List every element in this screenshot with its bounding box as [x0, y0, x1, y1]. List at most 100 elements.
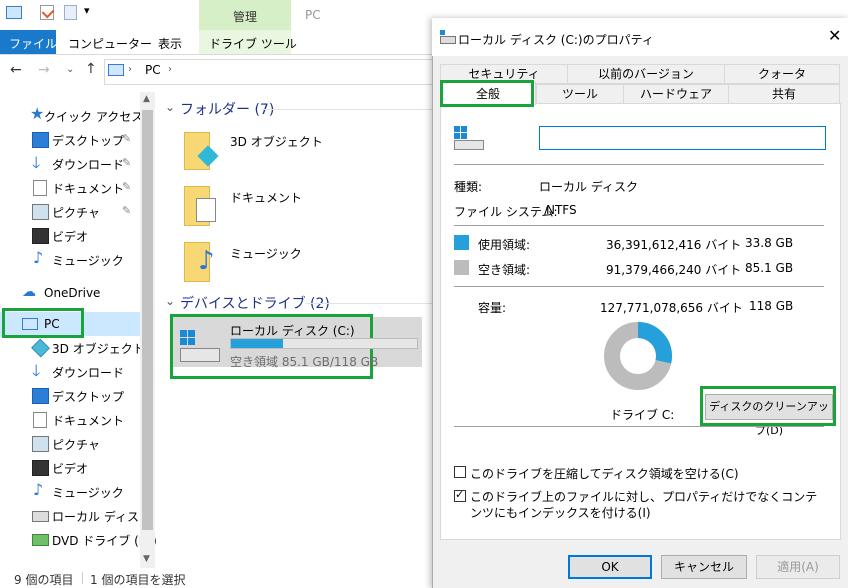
recent-chevron-icon[interactable]: ⌄ [66, 64, 74, 75]
nav-item-videos-pc[interactable]: ビデオ [0, 456, 140, 480]
folder-item-3d[interactable]: 3D オブジェクト [230, 133, 323, 150]
tab-quota[interactable]: クォータ [724, 64, 840, 84]
used-color-swatch [454, 235, 469, 250]
divider [306, 303, 432, 304]
tab-drive-tools-label: ドライブ ツール [209, 37, 297, 51]
nav-item-desktop[interactable]: デスクトップ ✎ [0, 128, 140, 152]
scroll-down-icon[interactable]: ▼ [143, 554, 150, 564]
collapse-chevron-icon[interactable]: ⌄ [165, 100, 175, 114]
tab-sharing[interactable]: 共有 [728, 84, 840, 104]
nav-item-local-disk[interactable]: ローカル ディスク (C [0, 504, 140, 528]
capacity-label: 容量: [478, 301, 507, 315]
forward-arrow-icon[interactable]: → [38, 62, 50, 78]
nav-item-music[interactable]: ♪ ミュージック [0, 248, 140, 272]
used-bytes: 36,391,612,416 バイト [606, 238, 742, 252]
nav-quick-access[interactable]: クイック アクセス [44, 108, 143, 125]
breadcrumb-chevron-icon[interactable]: › [128, 64, 132, 75]
type-value: ローカル ディスク [539, 180, 638, 194]
nav-item-pictures[interactable]: ピクチャ ✎ [0, 200, 140, 224]
nav-item-videos[interactable]: ビデオ [0, 224, 140, 248]
nav-onedrive[interactable]: OneDrive [44, 286, 100, 300]
nav-item-label: ダウンロード [52, 366, 125, 380]
cube-icon [31, 338, 50, 358]
tab-drive-tools[interactable]: ドライブ ツール [199, 30, 297, 54]
tab-view[interactable]: 表示 [158, 35, 182, 52]
checkmark-icon: ✓ [455, 488, 465, 501]
folders-header[interactable]: フォルダー (7) [180, 99, 274, 119]
nav-item-documents[interactable]: ドキュメント ✎ [0, 176, 140, 200]
nav-item-documents-pc[interactable]: ドキュメント [0, 408, 140, 432]
nav-item-downloads[interactable]: 🡓 ダウンロード ✎ [0, 152, 140, 176]
cancel-button[interactable]: キャンセル [661, 555, 747, 579]
drive-letter-label: ドライブ C: [610, 408, 675, 422]
filesystem-label: ファイル システム: [454, 205, 558, 219]
music-note-icon: ♪ [33, 248, 44, 267]
nav-item-label: ダウンロード [52, 158, 125, 172]
divider [82, 572, 83, 584]
divider [454, 426, 824, 427]
nav-item-label: 3D オブジェクト [52, 342, 145, 356]
back-arrow-icon[interactable]: ← [10, 62, 22, 78]
nav-item-label: デスクトップ [52, 134, 125, 148]
cloud-icon: ☁ [22, 284, 36, 300]
breadcrumb-pc[interactable]: PC [145, 63, 161, 77]
status-item-count: 9 個の項目 [14, 573, 74, 587]
tab-hardware[interactable]: ハードウェア [623, 84, 729, 104]
nav-item-label: ドキュメント [52, 182, 125, 196]
nav-pc[interactable]: PC [44, 317, 60, 331]
used-gb: 33.8 GB [745, 236, 794, 250]
compress-checkbox[interactable] [454, 466, 466, 478]
nav-item-downloads-pc[interactable]: 🡓 ダウンロード [0, 360, 140, 384]
qat-dropdown-icon[interactable]: ▾ [84, 4, 90, 17]
drive-usage-bar [230, 338, 418, 349]
tab-tools[interactable]: ツール [536, 84, 624, 104]
video-icon [32, 228, 49, 244]
computer-icon[interactable] [6, 6, 22, 19]
tab-previous-versions[interactable]: 以前のバージョン [567, 64, 725, 84]
tab-file[interactable]: ファイル [0, 30, 57, 54]
up-arrow-icon[interactable]: ↑ [85, 61, 97, 77]
picture-icon [32, 204, 49, 220]
breadcrumb-chevron-icon[interactable]: › [168, 64, 172, 75]
close-icon[interactable]: ✕ [828, 26, 841, 45]
nav-item-3d-objects[interactable]: 3D オブジェクト [0, 336, 145, 360]
collapse-chevron-icon[interactable]: ⌄ [165, 294, 175, 308]
star-icon: ★ [30, 104, 45, 123]
folder-icon[interactable] [184, 184, 220, 226]
hard-drive-icon [454, 126, 484, 150]
nav-item-desktop-pc[interactable]: デスクトップ [0, 384, 140, 408]
hard-drive-icon [180, 330, 220, 364]
capacity-gb: 118 GB [749, 299, 794, 313]
apply-button[interactable]: 適用(A) [756, 555, 840, 579]
divider [454, 225, 824, 226]
video-icon [32, 460, 49, 476]
drive-usage-fill [231, 339, 284, 348]
desktop-icon [32, 388, 49, 404]
nav-item-pictures-pc[interactable]: ピクチャ [0, 432, 140, 456]
index-checkbox[interactable]: ✓ [454, 488, 466, 502]
folder-icon[interactable]: ♪ [184, 240, 220, 282]
ok-button[interactable]: OK [568, 555, 652, 579]
window-title: PC [305, 8, 321, 22]
new-folder-icon[interactable] [64, 5, 77, 20]
nav-item-dvd-drive[interactable]: DVD ドライブ (D:) [0, 528, 157, 552]
folder-item-documents[interactable]: ドキュメント [230, 189, 302, 206]
free-gb: 85.1 GB [745, 261, 794, 275]
pc-icon [108, 64, 124, 76]
nav-item-music-pc[interactable]: ♪ ミュージック [0, 480, 140, 504]
nav-item-label: ビデオ [52, 462, 89, 476]
index-label[interactable]: このドライブ上のファイルに対し、プロパティだけでなくコンテンツにもインデックスを… [470, 489, 820, 521]
scroll-up-icon[interactable]: ▲ [143, 94, 150, 104]
document-icon [33, 180, 47, 196]
folder-icon[interactable] [184, 128, 220, 170]
capacity-bytes: 127,771,078,656 バイト [600, 301, 743, 315]
drive-name[interactable]: ローカル ディスク (C:) [230, 322, 355, 339]
properties-icon[interactable] [40, 5, 55, 20]
drive-name-input[interactable] [539, 126, 826, 150]
free-bytes: 91,379,466,240 バイト [606, 263, 742, 277]
nav-scrollbar-thumb[interactable] [142, 110, 153, 530]
usage-donut-chart [604, 322, 672, 390]
compress-label[interactable]: このドライブを圧縮してディスク領域を空ける(C) [470, 465, 739, 482]
folder-item-music[interactable]: ミュージック [230, 245, 302, 262]
tab-computer[interactable]: コンピューター [68, 35, 152, 52]
